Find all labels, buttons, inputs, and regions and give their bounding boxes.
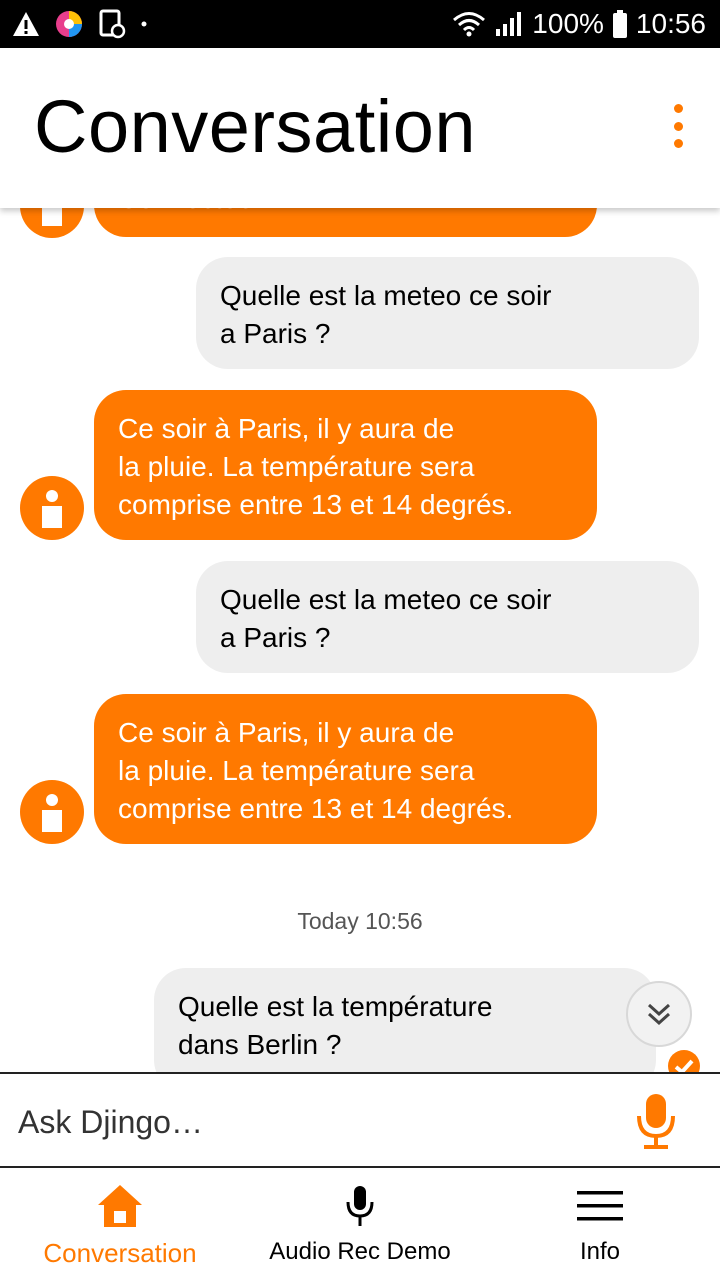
user-message: Quelle est la meteo ce soir a Paris ? — [196, 561, 699, 673]
message-sent-check-icon — [668, 1050, 700, 1072]
warning-icon — [13, 12, 39, 36]
nav-item-info[interactable]: Info — [480, 1168, 720, 1280]
bot-message: Connectée. — [94, 208, 597, 237]
nav-label-info: Info — [579, 1238, 621, 1265]
bot-avatar — [20, 208, 84, 238]
nav-item-conversation[interactable]: Conversation — [0, 1168, 240, 1280]
nav-label-audio-rec-demo: Audio Rec Demo — [269, 1238, 451, 1265]
bot-message: Ce soir à Paris, il y aura de la pluie. … — [94, 390, 597, 540]
signal-icon — [496, 12, 522, 36]
ask-input[interactable] — [16, 1092, 600, 1152]
nav-item-audio-rec-demo[interactable]: Audio Rec Demo — [240, 1168, 480, 1280]
page-title: Conversation — [34, 85, 477, 168]
bot-avatar — [20, 780, 84, 844]
battery-icon — [612, 10, 627, 38]
system-icons: 100% 10:56 — [452, 8, 706, 40]
message-timestamp: Today 10:56 — [297, 908, 423, 934]
battery-percentage: 100% — [532, 8, 604, 39]
screenshot-icon — [99, 9, 126, 39]
bot-avatar — [20, 476, 84, 540]
input-bar — [0, 1072, 720, 1168]
menu-icon — [576, 1182, 624, 1230]
user-message: Quelle est la meteo ce soir a Paris ? — [196, 257, 699, 369]
bottom-navigation: Conversation Audio Rec Demo Info — [0, 1168, 720, 1280]
scroll-to-bottom-button[interactable] — [626, 981, 692, 1047]
nav-label-conversation: Conversation — [43, 1238, 197, 1268]
double-chevron-down-icon — [647, 1003, 671, 1026]
overflow-menu-icon[interactable] — [670, 104, 686, 148]
microphone-button-icon[interactable] — [634, 1092, 678, 1152]
app-bar: Conversation — [0, 48, 720, 208]
wifi-icon — [453, 12, 486, 37]
chat-area[interactable]: Connectée. Quelle est la meteo ce soir a… — [0, 208, 720, 1072]
user-message: Quelle est la température dans Berlin ? — [154, 968, 656, 1072]
app-color-icon — [56, 11, 82, 37]
status-bar: 100% 10:56 — [0, 0, 720, 48]
clock: 10:56 — [635, 8, 706, 39]
home-icon — [96, 1182, 144, 1230]
dot-icon — [141, 21, 147, 27]
bot-message: Ce soir à Paris, il y aura de la pluie. … — [94, 694, 597, 844]
notification-icons — [12, 8, 148, 40]
microphone-icon — [336, 1182, 384, 1230]
